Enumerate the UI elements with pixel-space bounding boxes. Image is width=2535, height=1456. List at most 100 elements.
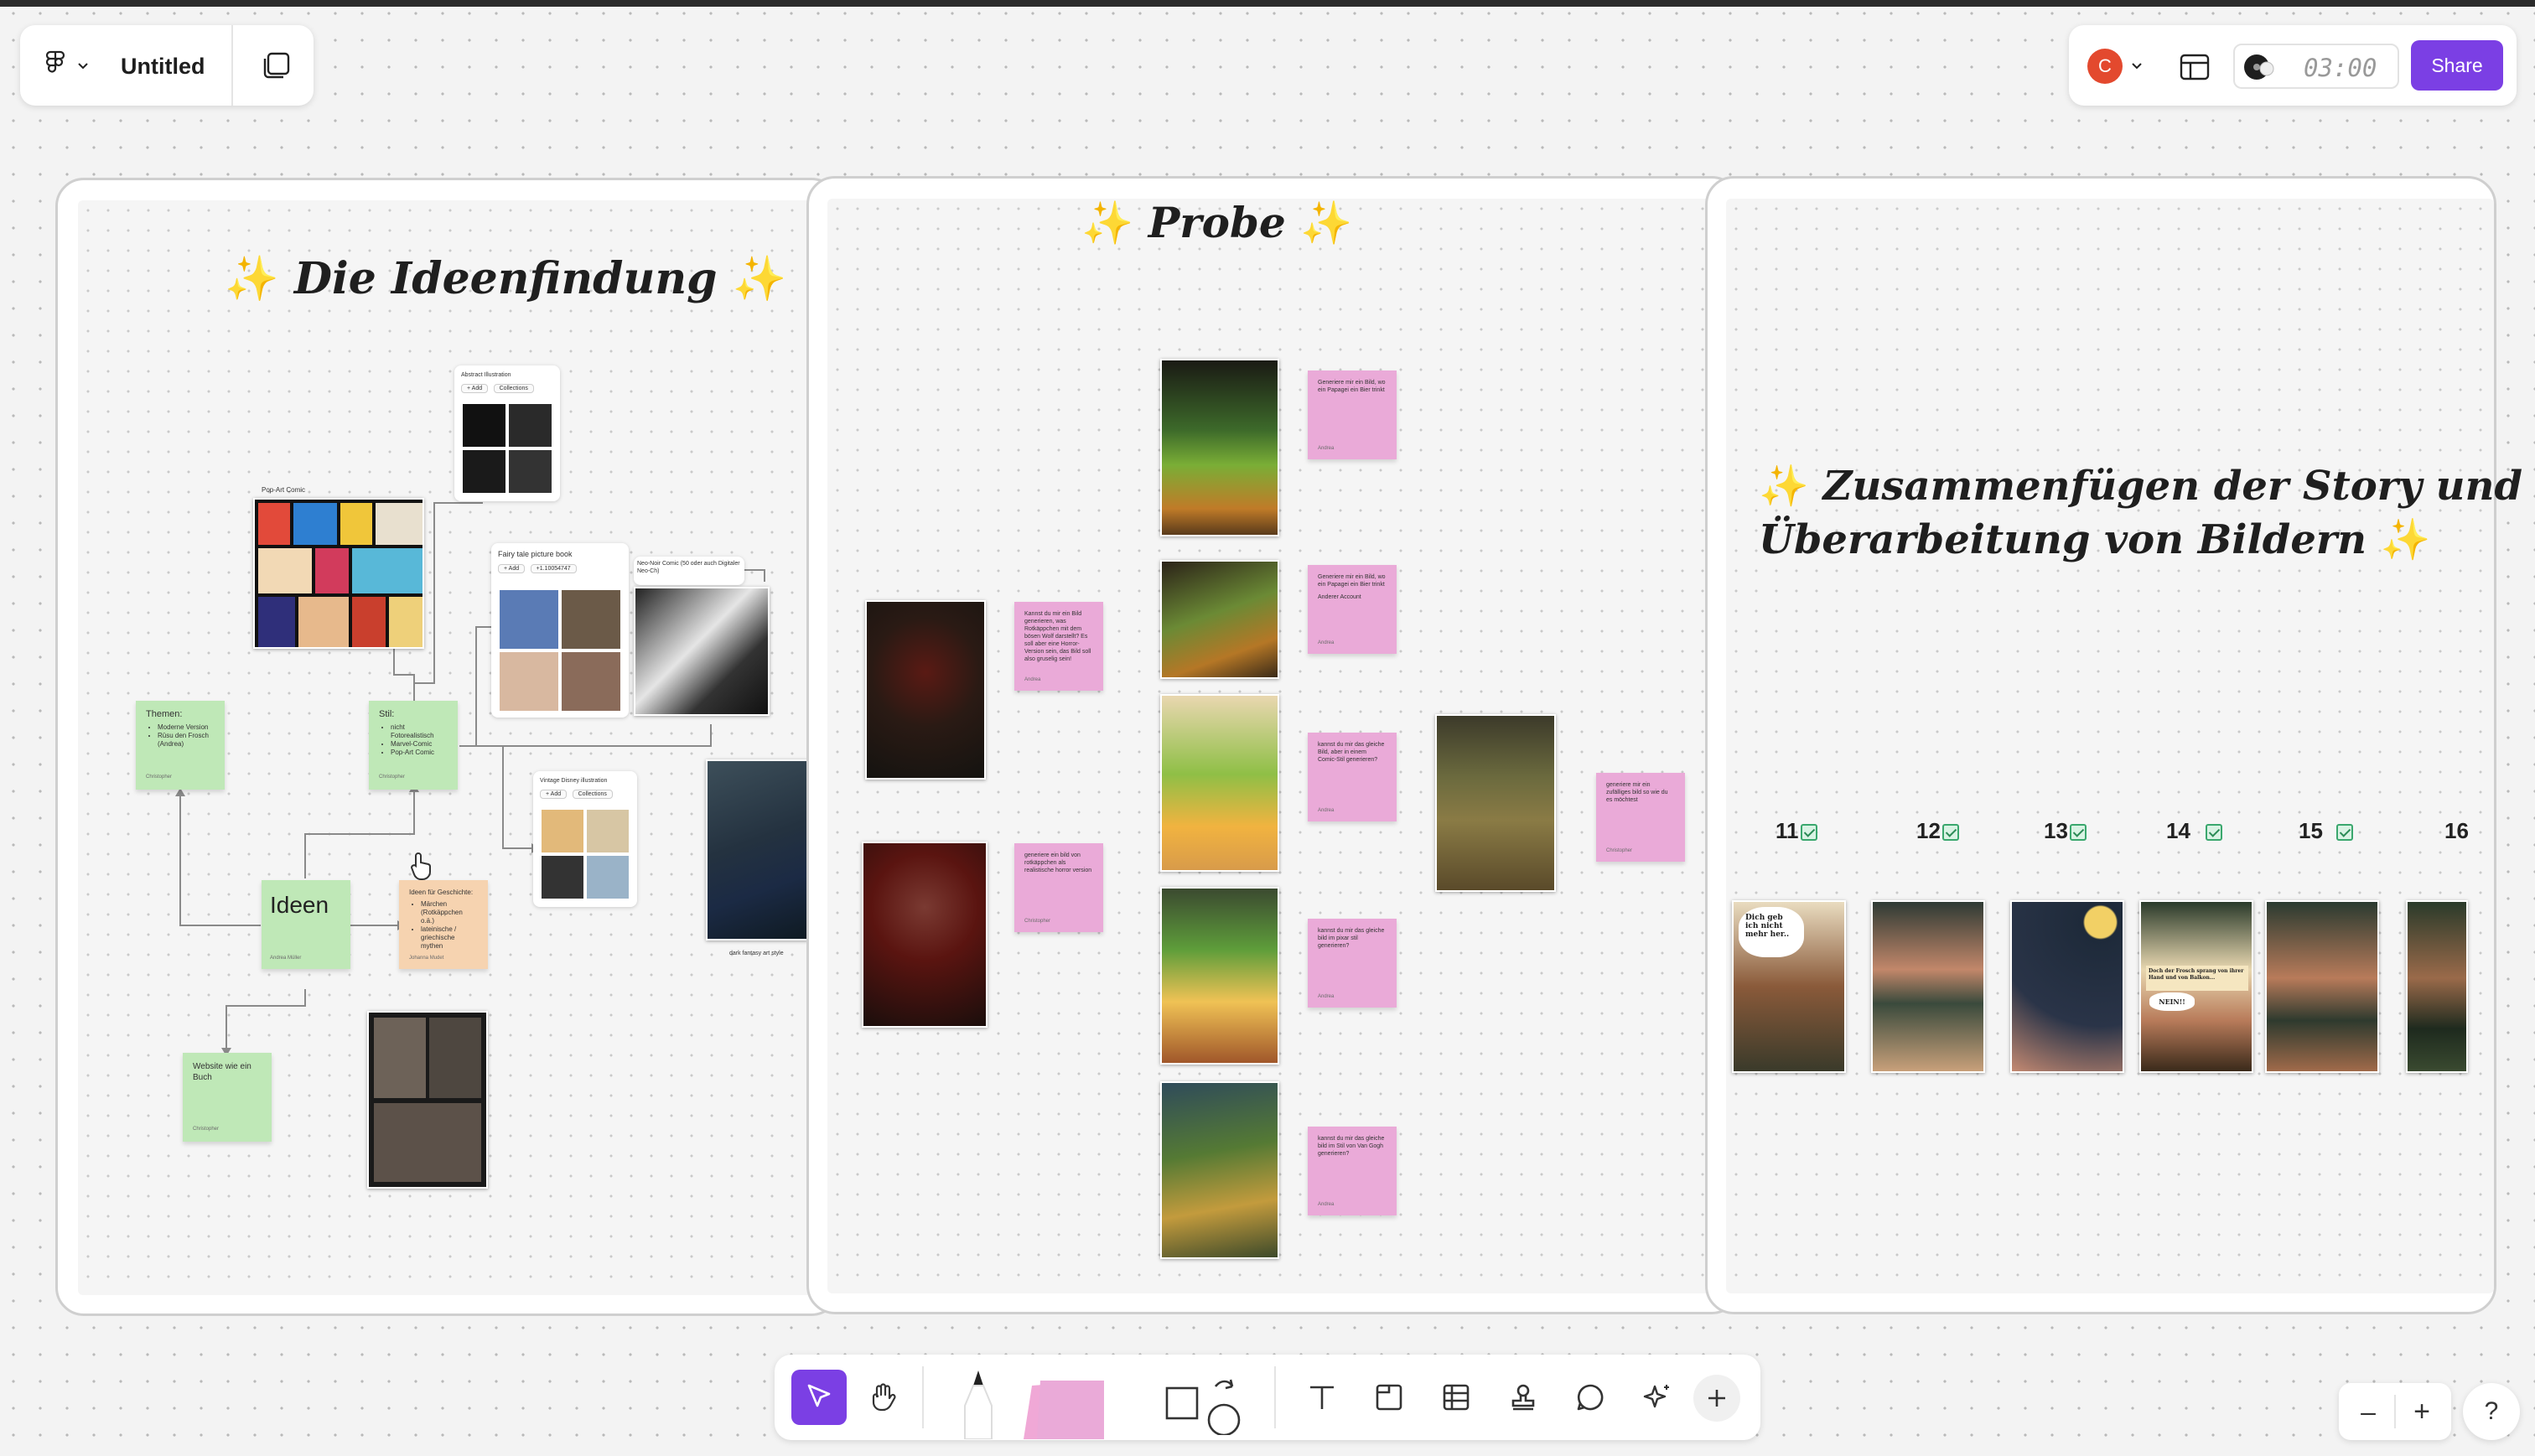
layout-button[interactable] bbox=[2178, 50, 2211, 84]
story-page-11[interactable]: Dich geb ich nicht mehr her.. bbox=[1732, 900, 1846, 1073]
horror-red-riding-hood-image-1[interactable] bbox=[865, 600, 986, 780]
help-button[interactable]: ? bbox=[2463, 1383, 2520, 1440]
vintage-disney-card[interactable]: Vintage Disney illustration + Add Collec… bbox=[533, 771, 637, 907]
zoom-controls: – + bbox=[2339, 1383, 2451, 1440]
sticky-stil[interactable]: Stil: nicht Fotorealistisch Marvel-Comic… bbox=[369, 701, 458, 790]
checkbox-icon[interactable] bbox=[2069, 824, 2087, 842]
comic-page-image[interactable] bbox=[367, 1011, 488, 1189]
pages-icon bbox=[263, 52, 290, 79]
zoom-divider bbox=[2394, 1395, 2396, 1428]
disney-thumbnails bbox=[542, 810, 629, 899]
pointer-hand-icon bbox=[410, 852, 431, 880]
stamp-icon bbox=[1511, 1384, 1535, 1411]
section-story[interactable] bbox=[1705, 176, 2496, 1314]
sticky-note-tool[interactable] bbox=[1018, 1371, 1110, 1440]
add-chip[interactable]: + Add bbox=[540, 790, 568, 799]
landscape-tree-image[interactable] bbox=[1435, 714, 1556, 892]
more-tool[interactable] bbox=[1693, 1375, 1740, 1422]
share-button[interactable]: Share bbox=[2411, 40, 2503, 91]
story-page-14[interactable]: Doch der Frosch sprang von ihrer Hand un… bbox=[2139, 900, 2253, 1073]
parrot-beer-image-1[interactable] bbox=[1160, 359, 1279, 536]
pop-art-label: Pop-Art Comic bbox=[262, 486, 306, 494]
parrot-beer-image-2[interactable] bbox=[1160, 560, 1279, 679]
section-title-probe: ✨ Probe ✨ bbox=[1081, 198, 1353, 247]
page-number-13: 13 bbox=[2044, 818, 2087, 844]
page-number-16: 16 bbox=[2444, 818, 2469, 843]
sticky-themen[interactable]: Themen: Moderne Version Rūsu den Frosch … bbox=[136, 701, 225, 790]
chevron-down-icon bbox=[78, 63, 88, 70]
table-tool[interactable] bbox=[1428, 1370, 1484, 1425]
parrot-beer-comic-image[interactable] bbox=[1160, 694, 1279, 872]
section-tool[interactable] bbox=[1361, 1370, 1417, 1425]
story-page-15[interactable] bbox=[2265, 900, 2379, 1073]
timer-button[interactable]: 03:00 bbox=[2233, 44, 2399, 89]
stamp-tool[interactable] bbox=[1496, 1370, 1551, 1425]
sticky-probe-3[interactable]: kannst du mir das gleiche Bild, aber in … bbox=[1308, 733, 1397, 821]
abstract-illustration-card[interactable]: Abstract Illustration + Add Collections bbox=[454, 365, 560, 501]
geschichte-list: Märchen (Rotkäppchen o.ä.) lateinische /… bbox=[409, 900, 478, 951]
dark-fantasy-image[interactable] bbox=[706, 759, 808, 940]
help-panel: ? bbox=[2463, 1383, 2520, 1440]
collection-chip[interactable]: Collections bbox=[493, 384, 534, 393]
sticky-probe-1[interactable]: Generiere mir ein Bild, wo ein Papagei e… bbox=[1308, 370, 1397, 459]
parrot-beer-pixar-image[interactable] bbox=[1160, 887, 1279, 1065]
speech-bubble: Doch der Frosch sprang von ihrer Hand un… bbox=[2146, 966, 2248, 991]
horror-red-riding-hood-image-2[interactable] bbox=[862, 842, 988, 1028]
ai-tool[interactable] bbox=[1630, 1370, 1685, 1425]
marker-tool[interactable] bbox=[951, 1363, 1006, 1440]
sticky-ideen[interactable]: Ideen Andrea Müller bbox=[262, 880, 350, 969]
add-chip[interactable]: + Add bbox=[461, 384, 489, 393]
zoom-out-button[interactable]: – bbox=[2346, 1390, 2391, 1433]
layout-icon bbox=[2180, 54, 2210, 80]
user-avatar-button[interactable]: C bbox=[2087, 49, 2148, 84]
neo-noir-comic-image[interactable] bbox=[634, 587, 770, 716]
comment-tool[interactable] bbox=[1563, 1370, 1618, 1425]
checkbox-icon[interactable] bbox=[1800, 824, 1817, 842]
sticky-probe-6[interactable]: Kannst du mir ein Bild generieren, was R… bbox=[1014, 602, 1103, 691]
pop-art-comic-image[interactable] bbox=[253, 498, 424, 649]
add-chip[interactable]: + Add bbox=[498, 564, 526, 573]
sticky-website[interactable]: Website wie ein Buch Christopher bbox=[183, 1053, 272, 1142]
checkbox-icon[interactable] bbox=[2335, 824, 2353, 842]
sticky-probe-4[interactable]: kannst du mir das gleiche bild im pixar … bbox=[1308, 919, 1397, 1008]
story-page-12[interactable] bbox=[1871, 900, 1985, 1073]
sticky-note-icon bbox=[1024, 1381, 1104, 1439]
sparkle-icon: ✨ bbox=[732, 253, 787, 304]
shape-tool[interactable] bbox=[1162, 1371, 1242, 1435]
sticky-probe-5[interactable]: kannst du mir das gleiche bild im Stil v… bbox=[1308, 1127, 1397, 1215]
page-number-14: 14 bbox=[2166, 818, 2222, 844]
file-title[interactable]: Untitled bbox=[121, 54, 205, 80]
sparkle-icon: ✨ bbox=[1300, 198, 1353, 247]
figjam-logo-icon bbox=[45, 50, 65, 73]
zoom-in-button[interactable]: + bbox=[2399, 1390, 2444, 1433]
speech-bubble: Dich geb ich nicht mehr her.. bbox=[1739, 907, 1804, 957]
sparkle-icon bbox=[1643, 1385, 1669, 1408]
sticky-probe-8[interactable]: generiere mir ein zufälliges bild so wie… bbox=[1596, 773, 1685, 862]
sticky-ideen-geschichte[interactable]: Ideen für Geschichte: Märchen (Rotkäppch… bbox=[399, 880, 488, 969]
hand-icon bbox=[872, 1383, 896, 1412]
bottom-toolbar bbox=[775, 1355, 1760, 1440]
speech-bubble: NEIN!! bbox=[2149, 992, 2195, 1011]
select-tool[interactable] bbox=[791, 1370, 847, 1425]
stil-list: nicht Fotorealistisch Marvel-Comic Pop-A… bbox=[379, 723, 448, 757]
chevron-down-icon bbox=[2132, 63, 2142, 70]
story-page-16[interactable] bbox=[2406, 900, 2468, 1073]
fairy-tale-card[interactable]: Fairy tale picture book + Add +1.1005474… bbox=[491, 543, 629, 718]
sparkle-icon: ✨ bbox=[1759, 463, 1809, 510]
section-title-story: ✨ Zusammenfügen der Story und Überarbeit… bbox=[1759, 463, 2523, 563]
text-tool[interactable] bbox=[1294, 1370, 1350, 1425]
page-number-15: 15 bbox=[2299, 818, 2353, 844]
header-divider bbox=[231, 25, 233, 106]
hand-tool[interactable] bbox=[855, 1370, 910, 1425]
checkbox-icon[interactable] bbox=[1941, 824, 1959, 842]
sticky-probe-7[interactable]: generiere ein bild von rotkäppchen als r… bbox=[1014, 843, 1103, 932]
fairy-thumbnails bbox=[500, 590, 620, 711]
collection-chip[interactable]: Collections bbox=[572, 790, 613, 799]
checkbox-icon[interactable] bbox=[2205, 824, 2222, 842]
main-menu-button[interactable] bbox=[44, 50, 94, 80]
collection-chip[interactable]: +1.10054747 bbox=[530, 564, 577, 573]
parrot-beer-vangogh-image[interactable] bbox=[1160, 1081, 1279, 1259]
pages-button[interactable] bbox=[260, 49, 293, 82]
story-page-13[interactable] bbox=[2010, 900, 2124, 1073]
sticky-probe-2[interactable]: Generiere mir ein Bild, wo ein Papagei e… bbox=[1308, 565, 1397, 654]
